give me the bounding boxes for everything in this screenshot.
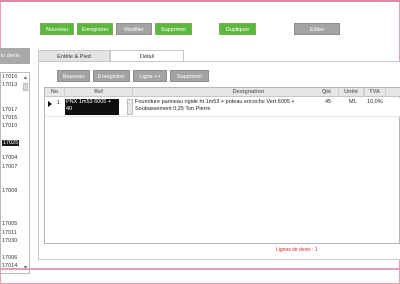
column-header-ref[interactable]: Ref	[65, 88, 133, 97]
quote-list-panel: lo devis ▲ ▼ 17016 17013 17017 17015 170…	[0, 48, 30, 274]
new-button[interactable]: Nouveau	[40, 23, 74, 35]
delete-button[interactable]: Supprimer	[155, 23, 192, 35]
column-header-unit[interactable]: Unité	[339, 88, 364, 97]
list-item[interactable]: 17006	[2, 255, 17, 261]
quote-lines-grid: No Ref Designation Qté Unité TVA 1 PNX 1…	[44, 87, 400, 244]
list-item[interactable]: 17007	[2, 164, 17, 170]
list-item[interactable]: 17005	[2, 221, 17, 227]
cell-designation-line-2: Soubassement 0,25 Ton Pierre	[135, 106, 211, 112]
scrollbar-thumb[interactable]	[23, 83, 28, 91]
list-item[interactable]: 17010	[2, 123, 17, 129]
save-line-button[interactable]: Enregistrer	[93, 70, 130, 82]
new-line-button[interactable]: Nouveau	[57, 70, 90, 82]
cell-tva: 10,0%	[367, 99, 383, 105]
delete-line-button[interactable]: Supprimer	[170, 70, 209, 82]
list-item[interactable]: 17011	[2, 230, 17, 236]
ref-lookup-button[interactable]: …	[127, 99, 133, 115]
list-item[interactable]: 17013	[2, 82, 17, 88]
top-border	[0, 0, 400, 2]
column-header-tva[interactable]: TVA	[364, 88, 386, 97]
list-item[interactable]: 17016	[2, 74, 17, 80]
grid-header: No Ref Designation Qté Unité TVA	[45, 88, 400, 97]
cell-unit: ML	[349, 99, 357, 105]
list-item[interactable]: 17015	[2, 115, 17, 121]
list-item-selected[interactable]: 17025	[2, 140, 20, 146]
quote-list[interactable]: ▲ ▼ 17016 17013 17017 17015 17010 17025 …	[0, 72, 30, 274]
scroll-up-icon[interactable]: ▲	[23, 75, 28, 81]
list-item[interactable]: 17030	[2, 238, 17, 244]
list-item[interactable]: 17008	[2, 188, 17, 194]
lines-count-label: Lignes de devis : 1	[276, 247, 318, 253]
cell-designation-line-1: Fourniture panneau rigide ht 1m53 + pote…	[135, 99, 295, 105]
bottom-border	[0, 268, 400, 270]
ref-edit-field[interactable]: PNX 1m53 6005 + 40	[65, 99, 119, 115]
list-item[interactable]: 17017	[2, 107, 17, 113]
quote-list-header: lo devis	[0, 48, 30, 64]
column-header-no[interactable]: No	[45, 88, 65, 97]
column-header-qty[interactable]: Qté	[315, 88, 339, 97]
duplicate-button[interactable]: Dupliquer	[219, 23, 256, 35]
add-line-button[interactable]: Ligne ++	[133, 70, 167, 82]
cell-no: 1	[57, 100, 61, 106]
table-row[interactable]: 1 PNX 1m53 6005 + 40 … Fourniture pannea…	[45, 98, 400, 117]
list-item[interactable]: 17004	[2, 155, 17, 161]
modify-button[interactable]: Modifier	[116, 23, 152, 35]
cell-qty: 45	[325, 99, 332, 105]
edit-button[interactable]: Editer	[294, 23, 340, 35]
save-button[interactable]: Enregistrer	[77, 23, 113, 35]
current-row-marker-icon	[48, 101, 52, 107]
